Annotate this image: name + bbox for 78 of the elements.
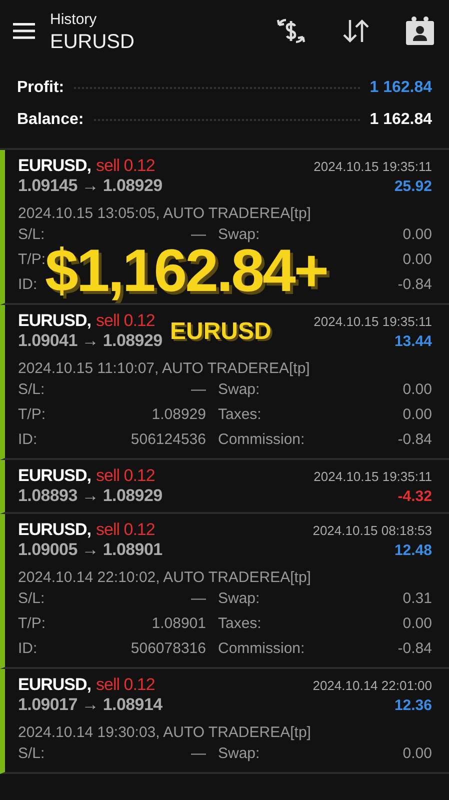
- trade-prices: 1.09017 → 1.08914: [18, 695, 162, 715]
- trade-profit: 12.36: [394, 697, 432, 714]
- trade-card[interactable]: EURUSD, sell 0.12 2024.10.14 22:01:00 1.09017 → 1.08914 12.36 2024.10.14 19:30:03, AUTO TRADEREA[tp] S/L: — Swap: 0.00: [0, 669, 449, 774]
- menu-icon[interactable]: [13, 23, 35, 39]
- detail-label: T/P:: [18, 615, 46, 632]
- trade-card[interactable]: EURUSD, sell 0.12 2024.10.15 08:18:53 1.09005 → 1.08901 12.48 2024.10.14 22:10:02, AUTO TRADEREA[tp] S/L: — Swap: 0.31 T/P: 1.08901 Taxes: 0.00 ID: 506078316 Commission: -0.84: [0, 514, 449, 669]
- trade-profit: 25.92: [394, 178, 432, 195]
- detail-value: 0.00: [402, 251, 432, 268]
- detail-value: 0.00: [402, 381, 432, 398]
- trade-prices: 1.09005 → 1.08901: [18, 540, 162, 560]
- detail-value: —: [191, 745, 206, 762]
- trade-profit: -4.32: [398, 488, 432, 505]
- trade-type: sell 0.12: [96, 466, 155, 486]
- detail-label: Swap:: [218, 745, 260, 762]
- detail-label: S/L:: [18, 590, 45, 607]
- detail-value: —: [191, 226, 206, 243]
- close-time: 2024.10.15 19:35:11: [314, 314, 432, 329]
- detail-value: 1.08929: [152, 406, 206, 423]
- detail-label: Taxes:: [218, 615, 262, 632]
- trade-type: sell 0.12: [96, 311, 155, 331]
- detail-label: Taxes:: [218, 406, 262, 423]
- trade-symbol: EURUSD,: [18, 156, 92, 176]
- trade-type: sell 0.12: [96, 520, 155, 540]
- detail-value: 0.00: [402, 226, 432, 243]
- summary-label: Balance:: [17, 111, 84, 129]
- screen-title: History: [50, 10, 98, 28]
- trade-symbol: EURUSD,: [18, 466, 92, 486]
- detail-value: —: [191, 381, 206, 398]
- summary-value: 1 162.84: [370, 111, 432, 129]
- close-time: 2024.10.15 08:18:53: [312, 523, 432, 538]
- summary-value: 1 162.84: [370, 79, 432, 97]
- detail-label: S/L:: [18, 745, 45, 762]
- symbol-title: EURUSD: [50, 30, 136, 54]
- summary-label: Profit:: [17, 79, 64, 97]
- open-time-comment: 2024.10.14 22:10:02, AUTO TRADEREA[tp]: [18, 569, 312, 586]
- calendar-person-icon[interactable]: [405, 16, 435, 46]
- detail-value: -0.84: [398, 431, 432, 448]
- detail-value: -0.84: [398, 276, 432, 293]
- promo-caption: EURUSD: [170, 318, 272, 346]
- trade-type: sell 0.12: [96, 156, 155, 176]
- detail-label: ID:: [18, 640, 38, 657]
- trade-prices: 1.08893 → 1.08929: [18, 486, 162, 506]
- trade-type: sell 0.12: [96, 675, 155, 695]
- detail-label: Swap:: [218, 590, 260, 607]
- detail-value: —: [191, 590, 206, 607]
- close-time: 2024.10.14 22:01:00: [312, 678, 432, 693]
- detail-value: 0.00: [402, 615, 432, 632]
- detail-label: S/L:: [18, 226, 45, 243]
- detail-value: 506124536: [130, 431, 206, 448]
- detail-label: Commission:: [218, 431, 305, 448]
- trade-prices: 1.09145 → 1.08929: [18, 176, 162, 196]
- detail-value: -0.84: [398, 640, 432, 657]
- currency-exchange-icon[interactable]: [275, 17, 307, 45]
- trade-symbol: EURUSD,: [18, 311, 92, 331]
- detail-value: 506078316: [130, 640, 206, 657]
- open-time-comment: 2024.10.15 13:05:05, AUTO TRADEREA[tp]: [18, 205, 312, 222]
- detail-label: ID:: [18, 431, 38, 448]
- close-time: 2024.10.15 19:35:11: [314, 469, 432, 484]
- detail-label: Commission:: [218, 640, 305, 657]
- detail-value: 0.00: [402, 406, 432, 423]
- trade-symbol: EURUSD,: [18, 520, 92, 540]
- trade-card[interactable]: EURUSD, sell 0.12 2024.10.15 19:35:11 1.08893 → 1.08929 -4.32: [0, 460, 449, 514]
- close-time: 2024.10.15 19:35:11: [314, 159, 432, 174]
- open-time-comment: 2024.10.15 11:10:07, AUTO TRADEREA[tp]: [18, 360, 311, 377]
- trade-profit: 13.44: [394, 333, 432, 350]
- detail-label: Swap:: [218, 381, 260, 398]
- detail-value: 0.31: [402, 590, 432, 607]
- detail-label: S/L:: [18, 381, 45, 398]
- detail-label: ID:: [18, 276, 38, 293]
- detail-value: 0.00: [402, 745, 432, 762]
- detail-label: T/P:: [18, 251, 46, 268]
- trade-prices: 1.09041 → 1.08929: [18, 331, 162, 351]
- detail-value: 1.08901: [152, 615, 206, 632]
- trade-symbol: EURUSD,: [18, 675, 92, 695]
- sort-icon[interactable]: [341, 18, 371, 44]
- trade-profit: 12.48: [394, 542, 432, 559]
- open-time-comment: 2024.10.14 19:30:03, AUTO TRADEREA[tp]: [18, 724, 312, 741]
- detail-label: T/P:: [18, 406, 46, 423]
